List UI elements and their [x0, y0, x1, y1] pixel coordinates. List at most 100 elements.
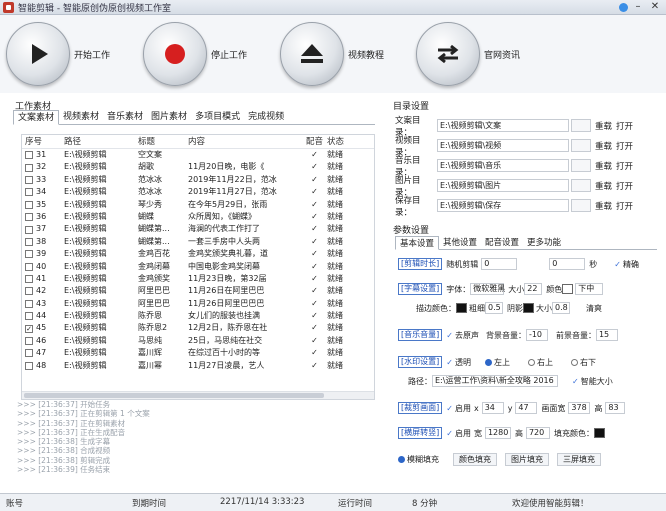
table-row[interactable]: 35 E:\视频剪辑 琴少秀 在今年5月29日，张雨 ✓ 就绪 — [22, 199, 374, 211]
column-header[interactable]: 序号 — [22, 135, 64, 148]
crop-y-input[interactable]: 47 — [515, 402, 538, 414]
table-row[interactable]: 36 E:\视频剪辑 蝴蝶 众所周知，《蝴蝶》 ✓ 就绪 — [22, 211, 374, 223]
row-checkbox[interactable] — [25, 287, 33, 296]
material-list[interactable]: 序号 路径 标题 内容 配音 状态 31 E:\视频剪辑 空文案 ✓ 就绪 32 E:\视频剪辑 胡歌 1… — [21, 134, 375, 400]
tab-2[interactable]: 音乐素材 — [103, 110, 147, 124]
dir-path-input[interactable]: E:\视频剪辑\图片 — [437, 179, 569, 192]
dir-path-input[interactable]: E:\视频剪辑\视频 — [437, 139, 569, 152]
horizontal-scrollbar[interactable] — [22, 391, 374, 399]
font-size-input[interactable]: 22 — [524, 283, 543, 295]
pos-top-right-radio[interactable] — [527, 358, 535, 366]
mute-checkbox[interactable]: ✓ — [446, 331, 453, 340]
dub-volume-input[interactable]: 15 — [595, 329, 618, 341]
open-link[interactable]: 打开 — [616, 180, 633, 192]
browse-button[interactable] — [571, 179, 591, 192]
table-row[interactable]: 48 E:\视频剪辑 嘉川幂 11月27日凌晨，艺人 ✓ 就绪 — [22, 360, 374, 372]
table-row[interactable]: 46 E:\视频剪辑 马思纯 25日，马思纯在社交 ✓ 就绪 — [22, 335, 374, 347]
open-link[interactable]: 打开 — [616, 160, 633, 172]
position-select[interactable]: 下中 — [575, 283, 604, 295]
thickness-input[interactable]: 0.5 — [485, 302, 503, 314]
transparent-checkbox[interactable]: ✓ — [446, 358, 453, 367]
canvas-w-input[interactable]: 1280 — [484, 427, 511, 439]
table-row[interactable]: 34 E:\视频剪辑 范冰冰 2019年11月27日，范冰 ✓ 就绪 — [22, 186, 374, 198]
dir-path-input[interactable]: E:\视频剪辑\文案 — [437, 119, 569, 132]
open-link[interactable]: 打开 — [616, 140, 633, 152]
stop-button[interactable]: 停止工作 — [143, 20, 247, 88]
row-checkbox[interactable] — [25, 299, 33, 308]
row-checkbox[interactable] — [25, 337, 33, 346]
param-tab-1[interactable]: 其他设置 — [439, 236, 481, 249]
tab-1[interactable]: 视频素材 — [59, 110, 103, 124]
color-fill-button[interactable]: 颜色填充 — [453, 452, 497, 466]
minimize-button[interactable]: – — [631, 1, 645, 13]
param-tab-3[interactable]: 更多功能 — [523, 236, 565, 249]
row-checkbox[interactable] — [25, 250, 33, 259]
canvas-h-input[interactable]: 720 — [525, 427, 550, 439]
canvas-enable-checkbox[interactable]: ✓ — [446, 429, 453, 438]
open-link[interactable]: 打开 — [616, 200, 633, 212]
row-checkbox[interactable] — [25, 237, 33, 246]
tab-3[interactable]: 图片素材 — [147, 110, 191, 124]
row-checkbox[interactable] — [25, 312, 33, 321]
image-fill-button[interactable]: 图片填充 — [505, 452, 549, 466]
precise-checkbox[interactable]: ✓ — [614, 260, 621, 269]
triple-fill-button[interactable]: 三屏填充 — [557, 452, 601, 466]
row-checkbox[interactable] — [25, 200, 33, 209]
tab-5[interactable]: 完成视频 — [244, 110, 288, 124]
row-checkbox[interactable] — [25, 213, 33, 222]
row-checkbox[interactable] — [25, 349, 33, 358]
auto-size-checkbox[interactable]: ✓ — [572, 377, 579, 386]
column-header[interactable]: 标题 — [138, 135, 188, 148]
blur-fill-radio[interactable] — [398, 455, 405, 463]
dir-path-input[interactable]: E:\视频剪辑\保存 — [437, 199, 569, 212]
table-row[interactable]: ✓ 45 E:\视频剪辑 陈乔恩2 12月2日，陈乔恩在社 ✓ 就绪 — [22, 322, 374, 334]
tab-0[interactable]: 文案素材 — [13, 110, 60, 125]
table-row[interactable]: 37 E:\视频剪辑 蝴蝶第... 海澜的代表工作打了 ✓ 就绪 — [22, 223, 374, 235]
open-link[interactable]: 打开 — [616, 120, 633, 132]
font-select[interactable]: 微软雅黑 — [470, 283, 505, 295]
start-button[interactable]: 开始工作 — [6, 20, 110, 88]
row-checkbox[interactable] — [25, 175, 33, 184]
crop-x-input[interactable]: 34 — [481, 402, 504, 414]
row-checkbox[interactable] — [25, 163, 33, 172]
column-header[interactable]: 配音 — [302, 135, 327, 148]
reload-link[interactable]: 重载 — [595, 180, 612, 192]
crop-w-input[interactable]: 378 — [568, 402, 591, 414]
table-row[interactable]: 42 E:\视频剪辑 阿里巴巴 11月26日在阿里巴巴 ✓ 就绪 — [22, 285, 374, 297]
table-row[interactable]: 38 E:\视频剪辑 蝴蝶第... 一套三手房中人头两 ✓ 就绪 — [22, 236, 374, 248]
param-tab-2[interactable]: 配音设置 — [481, 236, 523, 249]
row-checkbox[interactable] — [25, 151, 33, 160]
crop-h-input[interactable]: 83 — [605, 402, 626, 414]
row-checkbox[interactable] — [25, 275, 33, 284]
stroke-color-swatch[interactable] — [456, 303, 467, 313]
browse-button[interactable] — [571, 199, 591, 212]
row-checkbox[interactable] — [25, 225, 33, 234]
table-row[interactable]: 43 E:\视频剪辑 阿里巴巴 11月26日阿里巴巴巴 ✓ 就绪 — [22, 298, 374, 310]
clip-start-input[interactable]: 0 — [481, 258, 518, 270]
browse-button[interactable] — [571, 159, 591, 172]
fill-color-swatch[interactable] — [593, 428, 605, 438]
browse-button[interactable] — [571, 139, 591, 152]
skin-icon[interactable] — [619, 2, 628, 12]
font-color-swatch[interactable] — [562, 284, 574, 294]
reload-link[interactable]: 重载 — [595, 140, 612, 152]
pos-bottom-right-radio[interactable] — [570, 358, 578, 366]
reload-link[interactable]: 重载 — [595, 160, 612, 172]
tutorial-button[interactable]: 视频教程 — [280, 20, 384, 88]
clip-end-input[interactable]: 0 — [549, 258, 586, 270]
reload-link[interactable]: 重载 — [595, 120, 612, 132]
watermark-path-input[interactable]: E:\运营工作\资料\新全攻略 2016 — [432, 375, 558, 387]
crop-enable-checkbox[interactable]: ✓ — [446, 404, 453, 413]
row-checkbox[interactable] — [25, 361, 33, 370]
browse-button[interactable] — [571, 119, 591, 132]
table-row[interactable]: 40 E:\视频剪辑 金鸡闭幕 中国电影金鸡奖闭幕 ✓ 就绪 — [22, 261, 374, 273]
shadow-size-input[interactable]: 0.8 — [552, 302, 570, 314]
scrollbar-thumb[interactable] — [24, 393, 324, 398]
row-checkbox[interactable] — [25, 188, 33, 197]
param-tab-0[interactable]: 基本设置 — [395, 236, 440, 250]
column-header[interactable]: 路径 — [64, 135, 138, 148]
table-row[interactable]: 39 E:\视频剪辑 金鸡百花 金鸡奖颁奖典礼暮，道 ✓ 就绪 — [22, 248, 374, 260]
tab-4[interactable]: 多项目模式 — [191, 110, 244, 124]
close-button[interactable]: ✕ — [648, 1, 662, 13]
row-checkbox[interactable]: ✓ — [25, 324, 33, 333]
